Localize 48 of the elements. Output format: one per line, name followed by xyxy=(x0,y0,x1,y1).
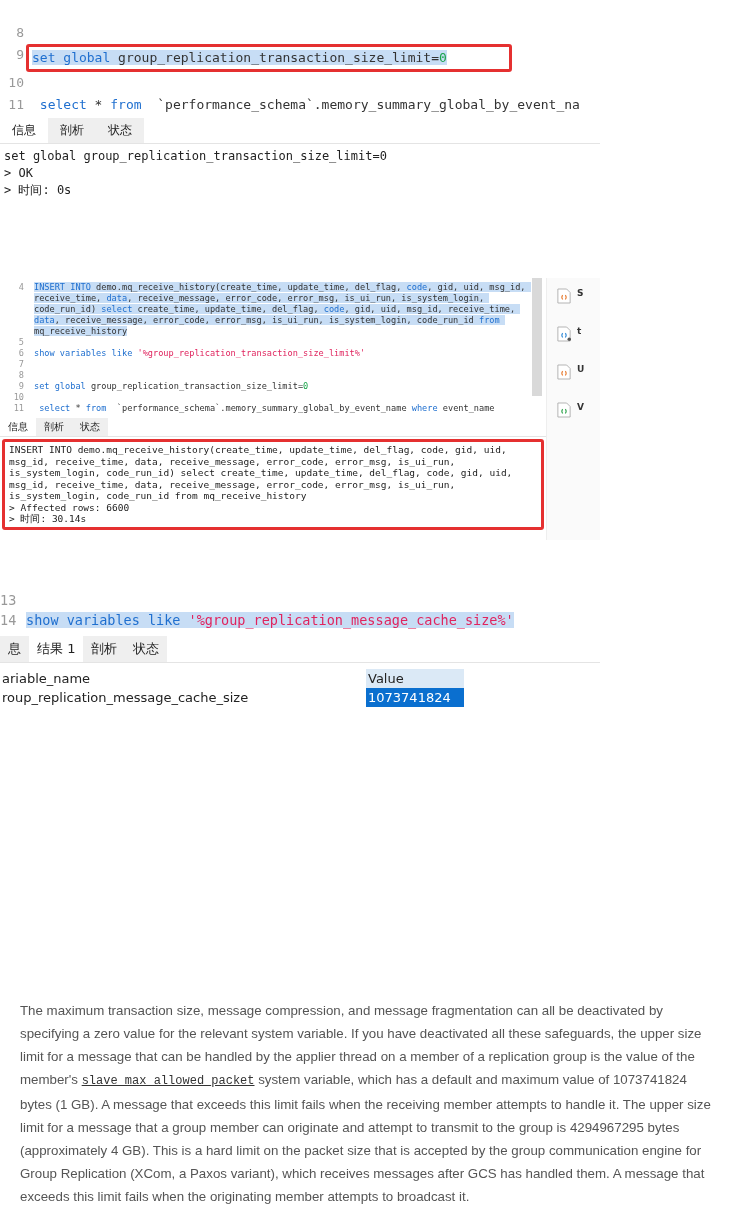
result-tab[interactable]: 状态 xyxy=(125,636,168,662)
sql-editor[interactable]: 13 14 show variables like '%group_replication_message_cache_size%' xyxy=(0,590,600,630)
result-tab[interactable]: 状态 xyxy=(96,118,144,143)
result-tab[interactable]: 剖析 xyxy=(36,418,72,436)
line-number: 8 xyxy=(15,24,25,42)
line-number: 4 xyxy=(17,282,25,293)
snippet-title[interactable]: V xyxy=(577,402,584,412)
code-line: set global group_replication_transaction_size_limit=0 xyxy=(32,49,448,67)
documentation-paragraph: The maximum transaction size, message compression, and message fragmentation can all be deactivated by specifying a zero value for the relevant system variable. If you have deactivated all these safeguards, the upper size limit for a message that can be handled by the applier thread on a member of a replication group is the value of the member's slave_max_allowed_packet system variable, which has a default and maximum value of 1073741824 bytes (1 GB). A message that exceeds this limit fails when the receiving member attempts to handle it. The upper size limit for a message that a group member can originate and attempt to transmit to the group is 4294967295 bytes (approximately 4 GB). This is a hard limit on the packet size that is accepted by the group communication engine for Group Replication (XCom, a Paxos variant), which receives messages after GCS has handled them. A message that exceeds this limit fails when the originating member attempts to broadcast it. xyxy=(20,1002,712,1206)
line-number: 13 xyxy=(0,591,18,610)
code-line: select * from `performance_schema`.memory_summary_global_by_event_name where event_name xyxy=(38,403,496,414)
line-number: 7 xyxy=(17,359,25,370)
code-line: set global group_replication_transaction_size_limit=0 xyxy=(34,381,310,392)
table-cell[interactable]: 1073741824 xyxy=(366,688,464,707)
code-line: show variables like '%group_replication_transaction_size_limit%' xyxy=(34,348,367,359)
code-line: show variables like '%group_replication_message_cache_size%' xyxy=(26,611,515,630)
output-line: INSERT INTO demo.mq_receive_history(create_time, update_time, del_flag, code, gid, uid, msg_id, receive_time, data, receive_message, error_code, error_msg, is_ui_run, is_system_login, code_run_id) select create_time, update_time, del_flag, code, gid, uid, msg_id, receive_time, data, receive_message, error_code, error_msg, is_ui_run, is_system_login, code_run_id from mq_receive_history xyxy=(9,444,514,502)
result-tab[interactable]: 剖析 xyxy=(48,118,96,143)
scrollbar[interactable] xyxy=(532,278,542,396)
line-number: 11 xyxy=(12,403,25,414)
output-line: > Affected rows: 6600 xyxy=(9,501,131,513)
code-file-icon[interactable] xyxy=(557,326,571,342)
line-number: 6 xyxy=(17,348,25,359)
result-tab[interactable]: 息 xyxy=(0,636,29,662)
line-number: 9 xyxy=(15,46,25,64)
snippet-title[interactable]: S xyxy=(577,288,584,298)
column-header[interactable]: ariable_name xyxy=(0,669,366,688)
output-line: > 时间: 0s xyxy=(4,182,73,199)
column-header[interactable]: Value xyxy=(366,669,464,688)
line-number: 10 xyxy=(7,74,25,92)
result-tab[interactable]: 状态 xyxy=(72,418,108,436)
output-line: > 时间: 30.14s xyxy=(9,513,88,525)
code-line: select * from `performance_schema`.memory_summary_global_by_event_na xyxy=(38,96,581,114)
output-line: set global group_replication_transaction_size_limit=0 xyxy=(4,148,388,165)
line-number: 8 xyxy=(17,370,25,381)
sql-editor[interactable]: 8 9 set global group_replication_transaction_size_limit=0 10 11 select * from `performance_schema`.memory_summary_global_by_event_na xyxy=(0,22,600,116)
output-line: > OK xyxy=(4,165,34,182)
line-number: 5 xyxy=(17,337,25,348)
code-line: INSERT INTO demo.mq_receive_history(create_time, update_time, del_flag, code, gid, uid, msg_id, receive_time, data, receive_message, error_code, error_msg, is_ui_run, is_system_login, code_run_id) select create_time, update_time, del_flag, code, gid, uid, msg_id, receive_time, data, receive_message, error_code, error_msg, is_ui_run, is_system_login, code_run_id from mq_receive_history xyxy=(34,282,530,337)
line-number: 11 xyxy=(7,96,25,114)
table-cell[interactable]: roup_replication_message_cache_size xyxy=(0,688,366,707)
line-number: 14 xyxy=(0,611,18,630)
result-tab[interactable]: 剖析 xyxy=(83,636,126,662)
line-number: 10 xyxy=(12,392,25,403)
line-number: 9 xyxy=(17,381,25,392)
variable-link[interactable]: slave_max_allowed_packet xyxy=(81,1074,255,1088)
snippet-title[interactable]: t xyxy=(577,326,582,336)
snippet-title[interactable]: U xyxy=(577,364,585,374)
